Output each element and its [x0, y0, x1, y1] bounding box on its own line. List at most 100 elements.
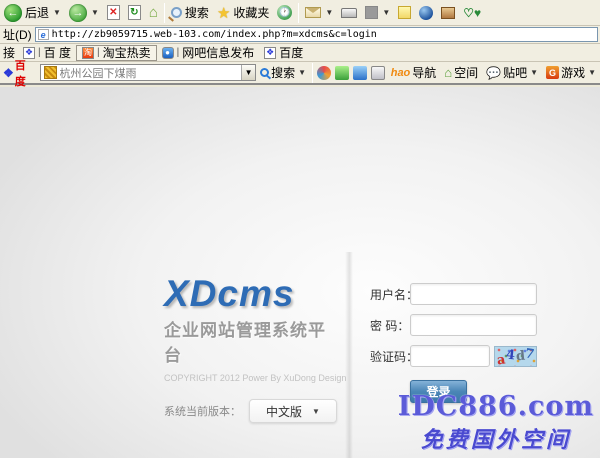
research-button[interactable]: [437, 1, 459, 25]
search-button[interactable]: 搜索: [167, 1, 213, 25]
refresh-icon: ↻: [128, 5, 141, 20]
address-bar: 址(D) e http://zb9059715.web-103.com/inde…: [0, 26, 600, 44]
circle-icon: ●: [162, 47, 174, 59]
notes-icon: [398, 6, 411, 19]
video-icon[interactable]: [371, 66, 385, 80]
captcha-input[interactable]: [410, 345, 490, 367]
language-value: 中文版: [266, 403, 302, 420]
realplayer-button[interactable]: [415, 1, 437, 25]
baidu-brand: 百度: [15, 57, 37, 89]
mail-icon: [305, 7, 321, 18]
tieba-caret[interactable]: ▼: [530, 68, 538, 77]
link-label: 百度: [279, 44, 303, 61]
watermark-slogan: 免费国外空间: [398, 422, 594, 454]
edit-dropdown-icon[interactable]: ▼: [382, 8, 390, 17]
game-caret[interactable]: ▼: [588, 68, 596, 77]
password-row: 密 码：: [370, 314, 540, 336]
link-wangba[interactable]: ● | 网吧信息发布: [157, 45, 260, 61]
forward-dropdown-icon[interactable]: ▼: [91, 8, 99, 17]
password-input[interactable]: [410, 314, 537, 336]
back-dropdown-icon[interactable]: ▼: [53, 8, 61, 17]
link-pipe: |: [177, 47, 180, 58]
favorites-button[interactable]: ★ 收藏夹: [213, 1, 273, 25]
hao123-nav-button[interactable]: hao 导航: [387, 64, 441, 81]
password-label: 密 码：: [370, 317, 410, 334]
baidu-paw-icon: ❖: [264, 47, 276, 59]
links-bar: 接 ❖ | 百 度 淘 | 淘宝热卖 ● | 网吧信息发布 ❖ 百度: [0, 44, 600, 62]
edit-button[interactable]: ▼: [361, 1, 394, 25]
baidu-toolbar: ❖ 百度 杭州公园下煤雨 ▼ 搜索 ▼ hao 导航: [0, 62, 600, 85]
captcha-char: 7: [524, 346, 536, 362]
print-button[interactable]: [337, 1, 361, 25]
baidu-search-button[interactable]: 搜索 ▼: [256, 64, 310, 81]
forward-icon: →: [69, 4, 87, 22]
link-taobao[interactable]: 淘 | 淘宝热卖: [76, 45, 157, 61]
tieba-label: 贴吧: [503, 64, 527, 81]
username-input[interactable]: [410, 283, 537, 305]
login-button[interactable]: 登录: [410, 380, 467, 403]
baidu-search-label: 搜索: [271, 64, 295, 81]
history-button[interactable]: 🕐: [273, 1, 296, 25]
version-row: 系统当前版本： 中文版 ▼: [164, 399, 339, 423]
link-label: 淘宝热卖: [103, 44, 151, 61]
toolbar-separator: [312, 63, 313, 83]
language-select[interactable]: 中文版 ▼: [249, 399, 337, 423]
stop-button[interactable]: ✕: [103, 1, 124, 25]
baidu-logo[interactable]: ❖ 百度: [0, 57, 40, 89]
search-options-caret[interactable]: ▼: [298, 68, 306, 77]
home-button[interactable]: ⌂: [145, 1, 162, 25]
search-icon: [171, 7, 182, 18]
logo-block: XDcms 企业网站管理系统平台 COPYRIGHT 2012 Power By…: [164, 275, 339, 423]
nav-label: 导航: [412, 64, 436, 81]
search-dropdown-button[interactable]: ▼: [241, 65, 255, 80]
refresh-button[interactable]: ↻: [124, 1, 145, 25]
game-button[interactable]: G 游戏 ▼: [542, 64, 600, 81]
chevron-down-icon: ▼: [312, 407, 320, 416]
login-form: 用户名： 密 码： 验证码： a 4 d 7 登录: [370, 283, 540, 376]
space-button[interactable]: ⌂ 空间: [440, 64, 482, 81]
address-url: http://zb9059715.web-103.com/index.php?m…: [52, 29, 377, 40]
captcha-char: 4: [505, 347, 516, 363]
back-button[interactable]: ← 后退 ▼: [0, 1, 65, 25]
panel-divider: [345, 252, 353, 458]
link-baidu2[interactable]: ❖ 百度: [259, 45, 308, 61]
mail-dropdown-icon[interactable]: ▼: [325, 8, 333, 17]
username-label: 用户名：: [370, 286, 410, 303]
baidu-search-value: 杭州公园下煤雨: [60, 65, 242, 81]
stop-icon: ✕: [107, 5, 120, 20]
search-label: 搜索: [185, 4, 209, 21]
tieba-button[interactable]: 💬 贴吧 ▼: [482, 64, 542, 81]
search-icon: [260, 68, 269, 77]
version-label: 系统当前版本：: [164, 403, 241, 419]
green-chat-icon[interactable]: [335, 66, 349, 80]
favorites-label: 收藏夹: [233, 4, 269, 21]
standard-toolbar: ← 后退 ▼ → ▼ ✕ ↻ ⌂ 搜索 ★: [0, 0, 600, 26]
game-label: 游戏: [561, 64, 585, 81]
compass-icon[interactable]: [317, 66, 331, 80]
browser-chrome: ← 后退 ▼ → ▼ ✕ ↻ ⌂ 搜索 ★: [0, 0, 600, 85]
print-icon: [341, 8, 357, 18]
xdcms-logo: XDcms: [164, 275, 339, 312]
mail-button[interactable]: ▼: [301, 1, 337, 25]
messenger-icon: ♡♥: [463, 6, 481, 20]
space-icon: ⌂: [444, 65, 452, 80]
baidu-search-box[interactable]: 杭州公园下煤雨 ▼: [40, 64, 257, 81]
link-label: 百 度: [44, 44, 71, 61]
forward-button[interactable]: → ▼: [65, 1, 103, 25]
history-icon: 🕐: [277, 5, 292, 20]
captcha-image[interactable]: a 4 d 7: [494, 346, 537, 367]
toolbar-separator: [298, 3, 299, 23]
captcha-label: 验证码：: [370, 348, 410, 365]
toolbar-separator: [164, 3, 165, 23]
messenger-button[interactable]: ♡♥: [459, 1, 485, 25]
baidu-paw-icon: ❖: [3, 66, 14, 80]
tieba-bubble-icon: 💬: [486, 66, 501, 80]
logo-subtitle: 企业网站管理系统平台: [164, 316, 339, 366]
address-input[interactable]: e http://zb9059715.web-103.com/index.php…: [35, 27, 598, 42]
link-label: 网吧信息发布: [182, 44, 254, 61]
blue-chat-icon[interactable]: [353, 66, 367, 80]
space-label: 空间: [454, 64, 478, 81]
captcha-row: 验证码： a 4 d 7: [370, 345, 540, 367]
notes-button[interactable]: [394, 1, 415, 25]
book-icon: [441, 7, 455, 19]
